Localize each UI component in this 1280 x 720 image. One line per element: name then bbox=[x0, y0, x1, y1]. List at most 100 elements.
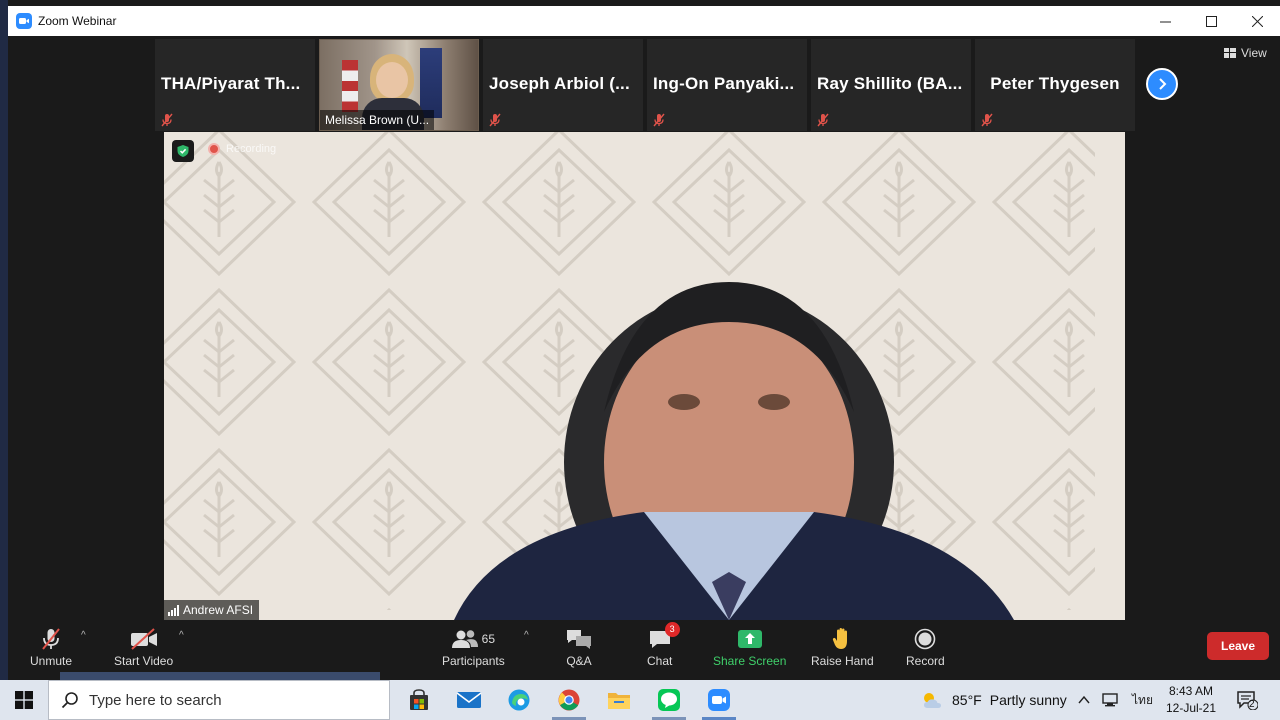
qa-button[interactable]: Q&A bbox=[566, 626, 592, 668]
participant-thumbnail[interactable]: Ray Shillito (BA... bbox=[811, 39, 971, 131]
windows-logo-icon bbox=[15, 691, 33, 709]
video-off-icon bbox=[130, 628, 157, 650]
start-video-button[interactable]: Start Video bbox=[114, 626, 173, 668]
security-shield-icon[interactable] bbox=[172, 140, 194, 162]
folder-icon bbox=[608, 693, 630, 709]
raise-hand-label: Raise Hand bbox=[811, 654, 874, 668]
weather-widget[interactable]: 85°F Partly sunny bbox=[920, 680, 1067, 720]
participant-name: Peter Thygesen bbox=[990, 74, 1120, 93]
participants-options-chevron-up-icon[interactable]: ^ bbox=[524, 630, 529, 641]
taskbar-mail[interactable] bbox=[444, 680, 494, 720]
mic-muted-icon bbox=[817, 113, 829, 127]
participant-name: Ray Shillito (BA... bbox=[817, 74, 963, 93]
recording-indicator: Recording bbox=[208, 143, 276, 155]
line-app-icon bbox=[658, 689, 680, 711]
view-label: View bbox=[1241, 46, 1267, 60]
start-video-label: Start Video bbox=[114, 654, 174, 668]
raise-hand-button[interactable]: Raise Hand bbox=[811, 626, 874, 668]
edge-browser-icon bbox=[508, 689, 530, 711]
minimize-button[interactable] bbox=[1142, 6, 1188, 36]
share-screen-button[interactable]: Share Screen bbox=[713, 626, 786, 668]
grid-view-icon bbox=[1224, 48, 1236, 58]
desktop-edge bbox=[0, 0, 8, 680]
video-options-chevron-up-icon[interactable]: ^ bbox=[179, 630, 184, 641]
chat-unread-badge: 3 bbox=[664, 622, 680, 637]
participants-count: 65 bbox=[481, 632, 496, 646]
mic-muted-icon bbox=[161, 113, 173, 127]
participant-face bbox=[376, 62, 408, 98]
taskbar-line[interactable] bbox=[644, 680, 694, 720]
weather-description: Partly sunny bbox=[989, 692, 1067, 708]
next-page-button[interactable] bbox=[1146, 68, 1178, 100]
title-bar: Zoom Webinar bbox=[8, 6, 1280, 36]
unmute-label: Unmute bbox=[30, 654, 73, 668]
notification-center-button[interactable]: 2 bbox=[1236, 690, 1259, 711]
mic-muted-icon bbox=[653, 113, 665, 127]
audio-options-chevron-up-icon[interactable]: ^ bbox=[81, 630, 86, 641]
close-icon bbox=[1251, 15, 1263, 27]
qa-label: Q&A bbox=[566, 654, 592, 668]
participant-thumbnail[interactable]: Ing-On Panyaki... bbox=[647, 39, 807, 131]
system-tray: ไทย bbox=[1078, 680, 1153, 720]
participant-name: Ing-On Panyaki... bbox=[653, 74, 795, 93]
windows-taskbar: Type here to search 85°F Partly sunny ไท… bbox=[0, 680, 1280, 720]
taskbar-zoom[interactable] bbox=[694, 680, 744, 720]
speaker-name-label: Andrew AFSI bbox=[164, 600, 260, 620]
flag-image bbox=[342, 60, 358, 112]
participant-thumbnail[interactable]: THA/Piyarat Th... bbox=[155, 39, 315, 131]
search-placeholder: Type here to search bbox=[89, 691, 222, 709]
record-label: Record bbox=[906, 654, 945, 668]
chevron-right-icon bbox=[1159, 78, 1167, 90]
window-title: Zoom Webinar bbox=[38, 14, 117, 28]
participant-name: Melissa Brown (U... bbox=[320, 110, 435, 130]
taskbar-edge[interactable] bbox=[494, 680, 544, 720]
mic-muted-icon bbox=[42, 628, 60, 650]
start-button[interactable] bbox=[0, 680, 48, 720]
store-icon bbox=[410, 689, 428, 710]
participant-thumbnail[interactable]: Joseph Arbiol (... bbox=[483, 39, 643, 131]
virtual-background bbox=[164, 132, 1125, 620]
clock-date: 12-Jul-21 bbox=[1165, 701, 1217, 715]
maximize-button[interactable] bbox=[1188, 6, 1234, 36]
weather-temperature: 85°F bbox=[952, 692, 982, 708]
chat-button[interactable]: 3 Chat bbox=[647, 622, 680, 668]
active-speaker-video[interactable]: Recording Andrew AFSI bbox=[164, 132, 1125, 620]
mic-muted-icon bbox=[489, 113, 501, 127]
mic-muted-icon bbox=[981, 113, 993, 127]
background-window-edge bbox=[60, 672, 380, 680]
unmute-button[interactable]: Unmute bbox=[30, 626, 72, 668]
zoom-app-icon bbox=[16, 13, 32, 29]
signal-bars-icon bbox=[168, 604, 179, 616]
partly-sunny-icon bbox=[924, 693, 941, 708]
taskbar-file-explorer[interactable] bbox=[594, 680, 644, 720]
view-button[interactable]: View bbox=[1218, 42, 1273, 64]
chrome-browser-icon bbox=[558, 689, 580, 711]
input-language[interactable]: ไทย bbox=[1132, 691, 1153, 710]
taskbar-search-box[interactable]: Type here to search bbox=[48, 680, 390, 720]
maximize-icon bbox=[1205, 15, 1217, 27]
participant-strip: THA/Piyarat Th... Melissa Brown (U... Jo… bbox=[155, 39, 1135, 131]
participant-thumbnail[interactable]: Peter Thygesen bbox=[975, 39, 1135, 131]
participant-video-thumbnail[interactable]: Melissa Brown (U... bbox=[319, 39, 479, 131]
chevron-up-icon[interactable] bbox=[1078, 695, 1090, 705]
qa-icon bbox=[567, 630, 591, 649]
meeting-toolbar: Unmute ^ Start Video ^ 65 Participants ^… bbox=[8, 620, 1280, 672]
close-button[interactable] bbox=[1234, 6, 1280, 36]
mail-icon bbox=[456, 692, 482, 708]
record-button[interactable]: Record bbox=[906, 626, 945, 668]
clock-time: 8:43 AM bbox=[1168, 684, 1214, 698]
leave-button[interactable]: Leave bbox=[1207, 632, 1269, 660]
speaker-name: Andrew AFSI bbox=[183, 603, 254, 617]
flag-image bbox=[420, 48, 442, 118]
taskbar-store[interactable] bbox=[394, 680, 444, 720]
participants-icon bbox=[451, 630, 478, 648]
recording-dot-icon bbox=[208, 143, 220, 155]
recording-label: Recording bbox=[226, 143, 277, 155]
taskbar-chrome[interactable] bbox=[544, 680, 594, 720]
participants-button[interactable]: 65 Participants bbox=[442, 626, 505, 668]
chat-label: Chat bbox=[647, 654, 673, 668]
share-screen-icon bbox=[737, 630, 762, 648]
network-icon[interactable] bbox=[1102, 693, 1120, 707]
taskbar-clock[interactable]: 8:43 AM 12-Jul-21 bbox=[1160, 683, 1222, 717]
participant-name: Joseph Arbiol (... bbox=[489, 74, 630, 93]
